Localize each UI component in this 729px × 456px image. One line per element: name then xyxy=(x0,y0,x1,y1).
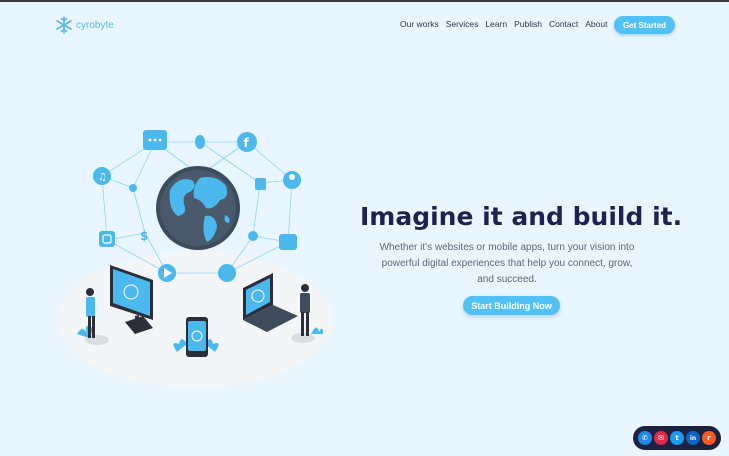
hero-title: Imagine it and build it. xyxy=(360,202,683,231)
twitter-icon[interactable]: t xyxy=(670,431,684,445)
brand-logo[interactable]: cyrobyte xyxy=(55,16,114,34)
nav-item-our-works[interactable]: Our works xyxy=(400,19,439,29)
svg-text:♫: ♫ xyxy=(98,172,107,183)
nav-item-publish[interactable]: Publish xyxy=(514,19,542,29)
social-bar: ✆ ✉ t in r xyxy=(633,426,721,450)
snowflake-logo-icon xyxy=(56,16,72,34)
mail-icon[interactable]: ✉ xyxy=(654,431,668,445)
hero-description: Whether it's websites or mobile apps, tu… xyxy=(379,242,635,285)
linkedin-icon[interactable]: in xyxy=(686,431,700,445)
phone-icon[interactable]: ✆ xyxy=(638,431,652,445)
brand-name: cyrobyte xyxy=(76,19,114,31)
hero-illustration: f ♫ $ xyxy=(57,130,333,388)
svg-text:$: $ xyxy=(140,229,148,243)
nav-item-contact[interactable]: Contact xyxy=(549,19,578,29)
get-started-button[interactable]: Get Started xyxy=(614,16,675,34)
svg-text:f: f xyxy=(244,136,250,150)
reddit-icon[interactable]: r xyxy=(702,431,716,445)
nav-item-services[interactable]: Services xyxy=(446,19,479,29)
nav-item-learn[interactable]: Learn xyxy=(485,19,507,29)
start-building-button[interactable]: Start Building Now xyxy=(463,296,560,315)
main-nav: Our works Services Learn Publish Contact… xyxy=(400,19,607,29)
nav-item-about[interactable]: About xyxy=(585,19,607,29)
